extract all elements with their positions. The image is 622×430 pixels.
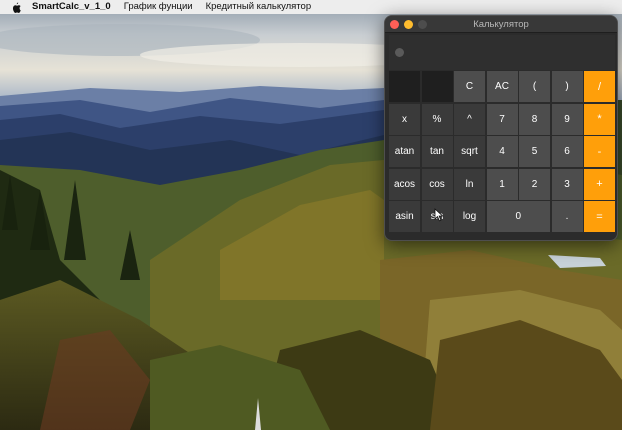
key-multiply-button[interactable]: * — [584, 103, 615, 135]
key-x-button[interactable]: x — [389, 103, 420, 135]
key-tan-button[interactable]: tan — [421, 136, 453, 168]
key-1-button[interactable]: 1 — [486, 168, 518, 200]
key-atan-button[interactable]: atan — [389, 136, 420, 168]
key-open-paren-button[interactable]: ( — [519, 71, 550, 102]
keypad: C AC() / x% ^ 7 8 9 * atan tan sqrt 4 5 6- acos cos ln 1 2 3… — [389, 71, 617, 237]
key-2-button[interactable]: 2 — [519, 168, 550, 200]
mouse-pointer-icon — [434, 208, 444, 222]
key-power-button[interactable]: ^ — [454, 103, 485, 135]
menu-app-name[interactable]: SmartCalc_v_1_0 — [32, 0, 111, 14]
key-7-button[interactable]: 7 — [486, 103, 518, 135]
key-6-button[interactable]: 6 — [551, 136, 583, 168]
key-equals-button[interactable]: = — [584, 201, 615, 233]
key-divide-button[interactable]: / — [584, 71, 615, 102]
key-8-button[interactable]: 8 — [519, 103, 550, 135]
key-9-button[interactable]: 9 — [551, 103, 583, 135]
key-3-button[interactable]: 3 — [551, 168, 583, 200]
window-titlebar[interactable]: Калькулятор — [385, 16, 617, 33]
key-blank-1 — [421, 71, 453, 102]
key-5-button[interactable]: 5 — [519, 136, 550, 168]
key-acos-button[interactable]: acos — [389, 168, 420, 200]
calculator-window: Калькулятор C AC() / x% ^ 7 8 9 * atan tan sqrt 4 5 6-… — [384, 15, 618, 241]
key-asin-button[interactable]: asin — [389, 201, 420, 233]
key-cos-button[interactable]: cos — [421, 168, 453, 200]
calculator-display[interactable] — [389, 35, 615, 70]
key-percent-button[interactable]: % — [421, 103, 453, 135]
key-ln-button[interactable]: ln — [454, 168, 485, 200]
key-plus-button[interactable]: + — [584, 168, 615, 200]
key-close-paren-button[interactable]: ) — [551, 71, 583, 102]
key-log-button[interactable]: log — [454, 201, 485, 233]
apple-icon[interactable] — [12, 2, 22, 13]
window-title: Калькулятор — [473, 19, 529, 30]
key-minus-button[interactable]: - — [584, 136, 615, 168]
menu-item-credit-calculator[interactable]: Кредитный калькулятор — [206, 0, 312, 14]
key-decimal-button[interactable]: . — [551, 201, 583, 233]
display-indicator-icon — [395, 48, 404, 57]
key-c-button[interactable]: C — [454, 71, 485, 102]
key-sqrt-button[interactable]: sqrt — [454, 136, 485, 168]
key-4-button[interactable]: 4 — [486, 136, 518, 168]
key-blank-0 — [389, 71, 420, 102]
menu-bar: SmartCalc_v_1_0 График фунции Кредитный … — [0, 0, 622, 14]
menu-item-function-graph[interactable]: График фунции — [124, 0, 193, 14]
key-ac-button[interactable]: AC — [486, 71, 518, 102]
key-0-button[interactable]: 0 — [486, 201, 550, 233]
